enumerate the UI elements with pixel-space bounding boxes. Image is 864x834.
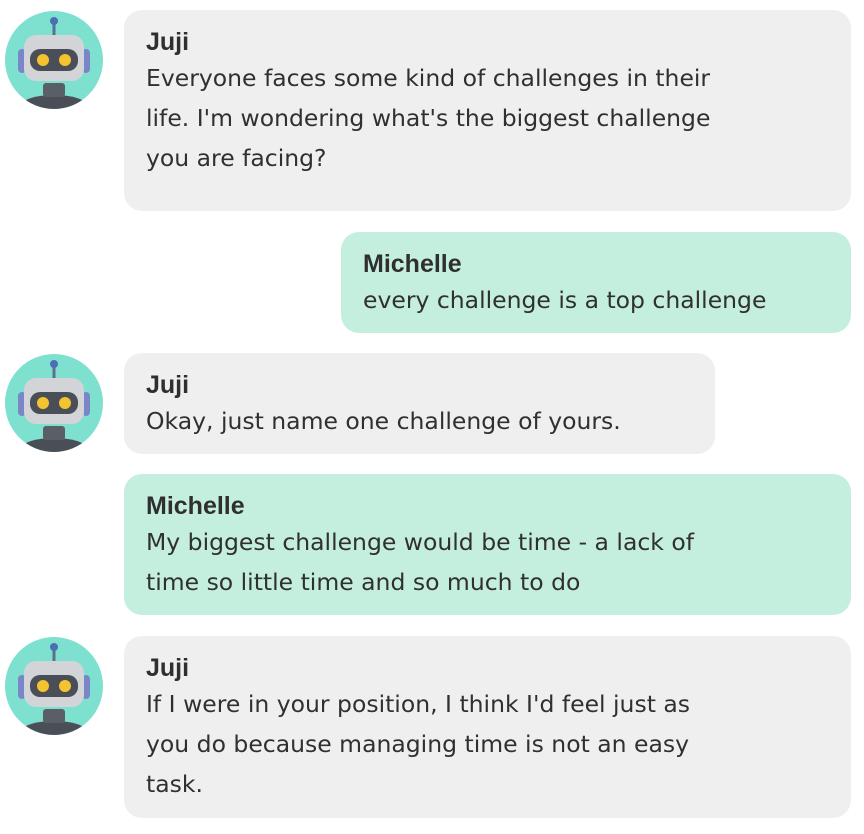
message-line: you do because managing time is not an e…	[146, 730, 690, 758]
message-sender: Juji	[146, 28, 190, 56]
message-sender: Michelle	[363, 250, 462, 278]
bot-message-bubble: Juji If I were in your position, I think…	[124, 636, 851, 818]
message-line: time so little time and so much to do	[146, 568, 581, 596]
bot-avatar	[5, 354, 103, 452]
user-message-bubble: Michelle My biggest challenge would be t…	[124, 474, 851, 615]
message-line: My biggest challenge would be time - a l…	[146, 528, 695, 556]
robot-avatar-icon	[18, 360, 90, 452]
message-sender: Juji	[146, 654, 190, 682]
bot-message-bubble: Juji Okay, just name one challenge of yo…	[124, 353, 715, 454]
user-message-bubble: Michelle every challenge is a top challe…	[341, 232, 851, 333]
bot-avatar	[5, 11, 103, 109]
message-line: If I were in your position, I think I'd …	[146, 690, 691, 718]
message-line: you are facing?	[146, 144, 327, 172]
robot-avatar-icon	[18, 17, 90, 109]
message-line: Okay, just name one challenge of yours.	[146, 407, 621, 435]
message-line: task.	[146, 770, 203, 798]
message-line: life. I'm wondering what's the biggest c…	[146, 104, 711, 132]
message-line: Everyone faces some kind of challenges i…	[146, 64, 711, 92]
message-line: every challenge is a top challenge	[363, 286, 767, 314]
message-sender: Michelle	[146, 492, 245, 520]
chat-transcript: Juji Everyone faces some kind of challen…	[0, 0, 864, 834]
bot-message-bubble: Juji Everyone faces some kind of challen…	[124, 10, 851, 211]
bot-avatar	[5, 637, 103, 735]
message-sender: Juji	[146, 371, 190, 399]
robot-avatar-icon	[18, 643, 90, 735]
